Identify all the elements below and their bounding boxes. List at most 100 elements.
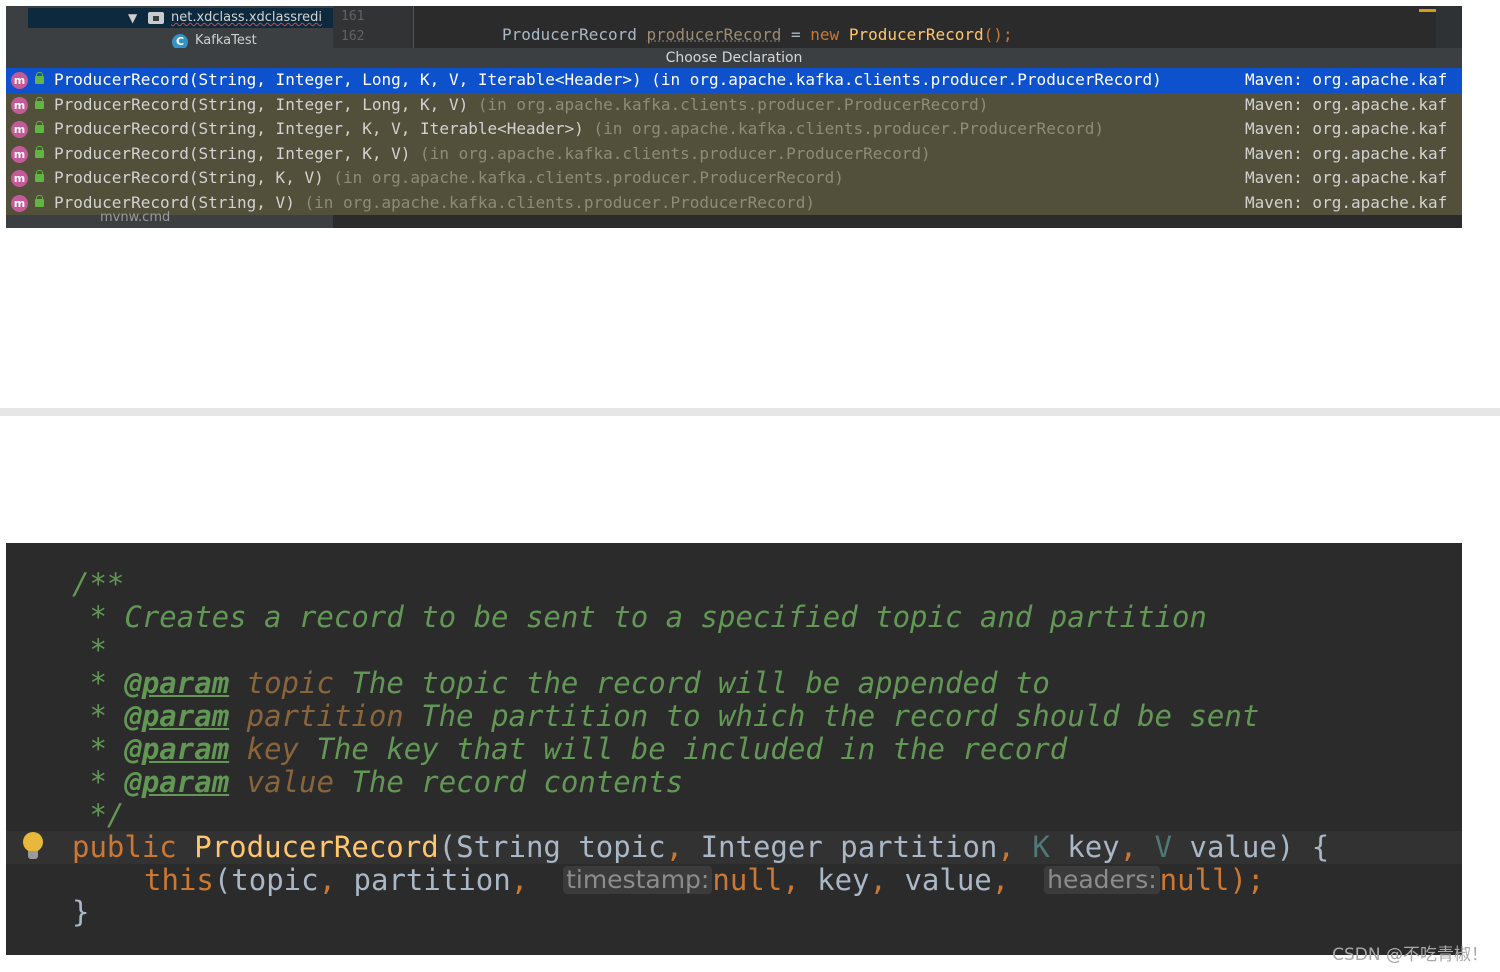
code-line: * @param topic The topic the record will… <box>6 667 1462 700</box>
method-icon: m <box>11 96 28 114</box>
javadoc-star: * <box>72 666 125 700</box>
comma: , <box>665 830 684 864</box>
code-new-keyword: new <box>810 25 840 44</box>
method-icon: m <box>11 72 28 89</box>
declaration-library: Maven: org.apache.kaf <box>1245 70 1448 89</box>
tree-partial-row: mvnw.cmd <box>6 210 333 228</box>
param-desc: The partition to which the record should… <box>403 699 1260 733</box>
declaration-signature: ProducerRecord(String, Integer, K, V) <box>54 143 411 163</box>
code-variable: producerRecord <box>646 25 782 44</box>
code-line: /** <box>6 568 1462 601</box>
comma: , <box>1119 830 1138 864</box>
public-lock-icon <box>35 96 44 109</box>
type-param: K <box>1014 830 1050 864</box>
declaration-location: (in org.apache.kafka.clients.producer.Pr… <box>468 94 989 114</box>
expand-arrow-icon[interactable]: ▼ <box>128 8 137 28</box>
tree-item-partial[interactable]: mvnw.cmd <box>100 210 170 225</box>
code-line-producer-record[interactable]: ProducerRecord producerRecord = new Prod… <box>502 25 1013 44</box>
method-icon: m <box>11 170 28 187</box>
comma: , <box>318 863 337 897</box>
comma: , <box>997 830 1015 864</box>
code-line: this(topic, partition, timestamp: null, k… <box>6 864 1462 897</box>
warning-marker <box>1419 9 1437 12</box>
declaration-item[interactable]: m ProducerRecord(String, Integer, Long, … <box>6 93 1462 118</box>
arg: (topic <box>213 863 319 897</box>
closing-brace: } <box>72 895 90 929</box>
declaration-location: (in org.apache.kafka.clients.producer.Pr… <box>583 119 1104 138</box>
public-lock-icon <box>35 72 44 84</box>
tree-item-class[interactable]: KafkaTest <box>195 33 257 48</box>
declaration-library: Maven: org.apache.kaf <box>1245 119 1448 138</box>
declaration-library: Maven: org.apache.kaf <box>1245 143 1448 163</box>
declaration-location: (in org.apache.kafka.clients.producer.Pr… <box>323 168 844 187</box>
javadoc-star: * <box>72 699 125 733</box>
tree-item-package[interactable]: ▼ net.xdclass.xdclassredi <box>28 8 333 28</box>
declaration-signature: ProducerRecord(String, Integer, K, V, It… <box>54 119 584 138</box>
this-keyword: this <box>144 863 214 897</box>
code-type: ProducerRecord <box>502 25 637 44</box>
javadoc-open: /** <box>72 567 125 601</box>
popup-title: Choose Declaration <box>6 48 1462 68</box>
param-tag[interactable]: @param <box>124 699 229 733</box>
arg: key <box>799 863 870 897</box>
sig-param: value) { <box>1172 830 1330 864</box>
declaration-location: (in org.apache.kafka.clients.producer.Pr… <box>294 192 815 212</box>
param-tag[interactable]: @param <box>124 732 229 766</box>
code-tail: (); <box>983 25 1013 44</box>
param-name: key <box>246 732 300 766</box>
public-lock-icon <box>35 170 44 182</box>
package-folder-icon <box>148 12 164 24</box>
declaration-item[interactable]: m ProducerRecord(String, Integer, K, V) … <box>6 142 1462 167</box>
code-line: */ <box>6 799 1462 832</box>
declaration-item[interactable]: m ProducerRecord(String, Integer, Long, … <box>6 68 1462 93</box>
declaration-signature: ProducerRecord(String, V) <box>54 192 295 212</box>
param-desc: The key that will be included in the rec… <box>299 732 1068 766</box>
declaration-signature: ProducerRecord(String, Integer, Long, K,… <box>54 94 469 114</box>
code-line: } <box>6 896 1462 929</box>
editor-bottom-strip: mvnw.cmd <box>6 210 1462 228</box>
param-tag[interactable]: @param <box>124 666 229 700</box>
lightbulb-icon[interactable] <box>22 832 44 862</box>
parameter-hint: timestamp: <box>563 866 713 894</box>
code-line-current[interactable]: public ProducerRecord(String topic, Inte… <box>6 831 1462 864</box>
null-literal: null <box>712 863 783 897</box>
javadoc-blank: * <box>72 633 107 667</box>
param-name: value <box>246 765 334 799</box>
choose-declaration-popup: Choose Declaration m ProducerRecord(Stri… <box>6 48 1462 215</box>
declaration-library: Maven: org.apache.kaf <box>1245 168 1448 187</box>
code-line: * @param key The key that will be includ… <box>6 733 1462 766</box>
declaration-item[interactable]: m ProducerRecord(String, Integer, K, V, … <box>6 117 1462 142</box>
ide-screenshot-choose-declaration: ▼ net.xdclass.xdclassredi C KafkaTest 16… <box>6 6 1462 228</box>
declaration-item[interactable]: m ProducerRecord(String, V) (in org.apac… <box>6 191 1462 216</box>
code-line: * Creates a record to be sent to a speci… <box>6 601 1462 634</box>
public-lock-icon <box>35 145 44 158</box>
line-number: 162 <box>341 29 365 44</box>
code-line: * @param value The record contents <box>6 766 1462 799</box>
code-line: * @param partition The partition to whic… <box>6 700 1462 733</box>
param-name: topic <box>246 666 334 700</box>
param-name: partition <box>246 699 404 733</box>
statement-end: ); <box>1229 863 1265 897</box>
public-lock-icon <box>35 194 44 207</box>
declaration-library: Maven: org.apache.kaf <box>1245 192 1448 212</box>
ide-screenshot-source-code: /** * Creates a record to be sent to a s… <box>6 543 1462 955</box>
javadoc-star: * <box>72 732 125 766</box>
code-line: * <box>6 634 1462 667</box>
declaration-item[interactable]: m ProducerRecord(String, K, V) (in org.a… <box>6 166 1462 191</box>
code-constructor: ProducerRecord <box>848 25 984 44</box>
line-number: 161 <box>341 9 365 24</box>
public-lock-icon <box>35 121 44 133</box>
declaration-location: (in org.apache.kafka.clients.producer.Pr… <box>641 70 1162 89</box>
declaration-library: Maven: org.apache.kaf <box>1245 94 1448 114</box>
public-keyword: public <box>72 830 177 864</box>
param-tag[interactable]: @param <box>124 765 229 799</box>
javadoc-close: */ <box>72 798 125 832</box>
javadoc-summary: * Creates a record to be sent to a speci… <box>72 600 1207 634</box>
null-literal: null <box>1159 863 1230 897</box>
javadoc-star: * <box>72 765 125 799</box>
parameter-hint: headers: <box>1044 866 1160 894</box>
param-desc: The record contents <box>333 765 684 799</box>
package-name: net.xdclass.xdclassredi <box>171 10 322 25</box>
comma: , <box>510 863 529 897</box>
sig-param: key <box>1049 830 1120 864</box>
